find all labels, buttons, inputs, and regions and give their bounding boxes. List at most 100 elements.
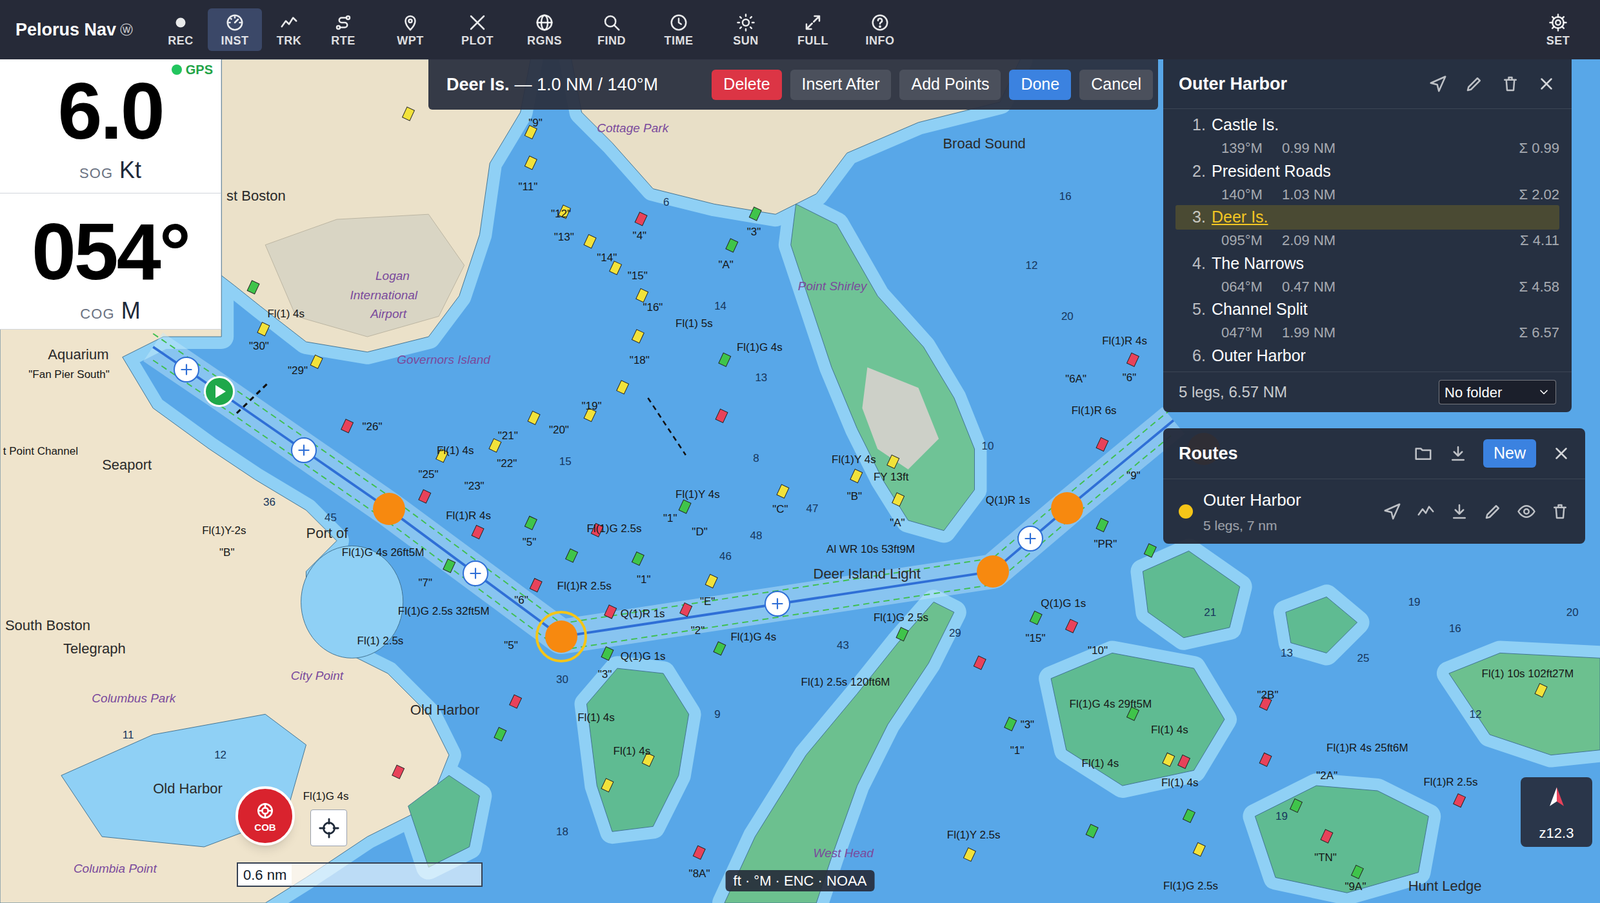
close-icon[interactable] (1551, 443, 1571, 464)
navigate-icon[interactable] (1382, 501, 1402, 522)
toolbar-button[interactable]: PLOT (443, 8, 511, 51)
route-summary: 5 legs, 6.57 NM (1178, 380, 1288, 404)
chart-label: "9A" (1345, 881, 1367, 893)
gps-dot (171, 64, 182, 75)
toolbar-button[interactable]: TRK (261, 8, 317, 51)
toolbar-label: WPT (396, 34, 424, 47)
chart-label: Hunt Ledge (1408, 879, 1482, 894)
sun-icon (736, 12, 756, 33)
find-icon (601, 12, 622, 33)
edit-bar-button[interactable]: Cancel (1079, 69, 1153, 100)
toolbar-button[interactable]: REC (153, 8, 208, 51)
chart-label: Fl(1)R 4s 25ft6M (1326, 742, 1409, 754)
insert-point-button[interactable] (173, 356, 200, 383)
waypoint-name-row[interactable]: 6.Outer Harbor (1175, 343, 1560, 369)
edit-bar-button[interactable]: Insert After (790, 69, 892, 100)
waypoint-row[interactable]: 3.Deer Is.095°M2.09 NMΣ 4.11 (1175, 205, 1560, 252)
new-route-button[interactable]: New (1483, 439, 1537, 468)
waypoint-marker[interactable] (967, 545, 1019, 598)
chart-label: 46 (719, 550, 732, 562)
chart-label: 13 (754, 372, 768, 384)
edit-bar-button[interactable]: Delete (711, 69, 782, 100)
leg-total: Σ 2.02 (1518, 183, 1560, 206)
download-icon[interactable] (1448, 443, 1468, 464)
route-text: Outer Harbor5 legs, 7 nm (1203, 487, 1373, 537)
toolbar-button[interactable]: RGNS (510, 8, 579, 51)
leg-bearing: 140°M (1221, 183, 1282, 206)
toolbar-button[interactable]: WPT (376, 8, 444, 51)
waypoint-name-row[interactable]: 3.Deer Is. (1175, 205, 1560, 230)
pencil-icon[interactable] (1483, 501, 1503, 522)
waypoint-marker[interactable] (535, 610, 588, 663)
settings-button[interactable]: SET (1530, 0, 1586, 60)
toolbar-button[interactable]: RTE (316, 8, 371, 51)
cob-button[interactable]: COB (235, 786, 295, 846)
trash-icon[interactable] (1500, 74, 1520, 94)
chart-label: 12 (214, 749, 227, 761)
route-detail: 5 legs, 7 nm (1203, 515, 1373, 537)
waypoint-row[interactable]: 2.President Roads140°M1.03 NMΣ 2.02 (1175, 159, 1560, 206)
route-name: Outer Harbor (1203, 487, 1373, 513)
scale-bar: 0.6 nm (236, 862, 483, 888)
chart-label: Fl(1)R 2.5s (557, 580, 612, 591)
eye-icon[interactable] (1516, 501, 1537, 522)
waypoint-name-row[interactable]: 5.Channel Split (1175, 297, 1560, 322)
leg-bearing: 139°M (1221, 137, 1282, 159)
insert-point-button[interactable] (764, 590, 791, 617)
edit-bar-button[interactable]: Done (1009, 69, 1071, 100)
leg-distance: 0.47 NM (1281, 276, 1336, 298)
chart-label: Fl(1)Y 4s (675, 488, 720, 500)
toolbar-button[interactable]: TIME (645, 8, 713, 51)
gps-label: GPS (185, 63, 213, 77)
leg-total: Σ 4.11 (1520, 229, 1560, 251)
chart-label: Fl(1)G 4s 29ft5M (1069, 698, 1153, 710)
waypoint-marker[interactable] (1041, 482, 1093, 535)
edit-bar-button[interactable]: Add Points (899, 69, 1001, 100)
chart-label: Fl(1)G 2.5s (586, 523, 642, 535)
waypoint-name-row[interactable]: 4.The Narrows (1175, 251, 1560, 277)
start-waypoint-marker[interactable] (203, 376, 235, 408)
toolbar-button[interactable]: SUN (712, 8, 780, 51)
download-icon[interactable] (1449, 501, 1470, 522)
waypoint-name-row[interactable]: 1.Castle Is. (1175, 112, 1560, 138)
waypoint-row[interactable]: 6.Outer Harbor (1175, 343, 1560, 369)
leg-total: Σ 6.57 (1518, 321, 1560, 344)
chart-label: Fl(1) 4s (1081, 758, 1120, 770)
chart-label: 20 (1566, 606, 1579, 618)
toolbar-button[interactable]: FIND (578, 8, 646, 51)
center-on-boat-button[interactable] (310, 809, 348, 847)
folder-icon[interactable] (1413, 443, 1433, 464)
routes-header: RoutesNew (1163, 428, 1586, 480)
chart-label: "20" (549, 423, 570, 435)
chart-label: "B" (219, 546, 235, 558)
close-icon[interactable] (1536, 74, 1557, 94)
north-arrow-icon[interactable] (1542, 783, 1571, 813)
readout-value: 054° (31, 211, 190, 292)
toolbar-button[interactable]: INFO (846, 8, 914, 51)
insert-point-button[interactable] (290, 437, 317, 464)
trk-icon (279, 12, 299, 33)
inst-icon (225, 12, 245, 33)
profile-icon[interactable] (1416, 501, 1436, 522)
waypoint-name-row[interactable]: 2.President Roads (1175, 159, 1560, 184)
insert-point-button[interactable] (1017, 525, 1044, 552)
waypoint-row[interactable]: 5.Channel Split047°M1.99 NMΣ 6.57 (1175, 297, 1560, 344)
chart-label: Q(1)R 1s (620, 607, 666, 619)
toolbar-button[interactable]: FULL (779, 8, 847, 51)
waypoint-marker[interactable] (363, 483, 415, 535)
route-row[interactable]: Outer Harbor5 legs, 7 nm (1163, 479, 1586, 544)
navigate-icon[interactable] (1428, 74, 1448, 94)
trash-icon[interactable] (1550, 501, 1570, 522)
toolbar-button[interactable]: INST (207, 8, 262, 51)
chart-label: Q(1)G 1s (1040, 597, 1086, 609)
chart-label: "14" (596, 251, 617, 263)
waypoint-row[interactable]: 1.Castle Is.139°M0.99 NMΣ 0.99 (1175, 112, 1560, 160)
insert-point-button[interactable] (462, 560, 489, 587)
crosshair-icon (318, 817, 340, 840)
time-icon (669, 12, 689, 33)
chart-label: Fl(1)R 4s (445, 509, 491, 521)
pencil-icon[interactable] (1464, 74, 1484, 94)
waypoint-row[interactable]: 4.The Narrows064°M0.47 NMΣ 4.58 (1175, 251, 1560, 299)
route-title: Outer Harbor (1178, 70, 1412, 98)
folder-select[interactable]: No folder (1438, 380, 1557, 405)
